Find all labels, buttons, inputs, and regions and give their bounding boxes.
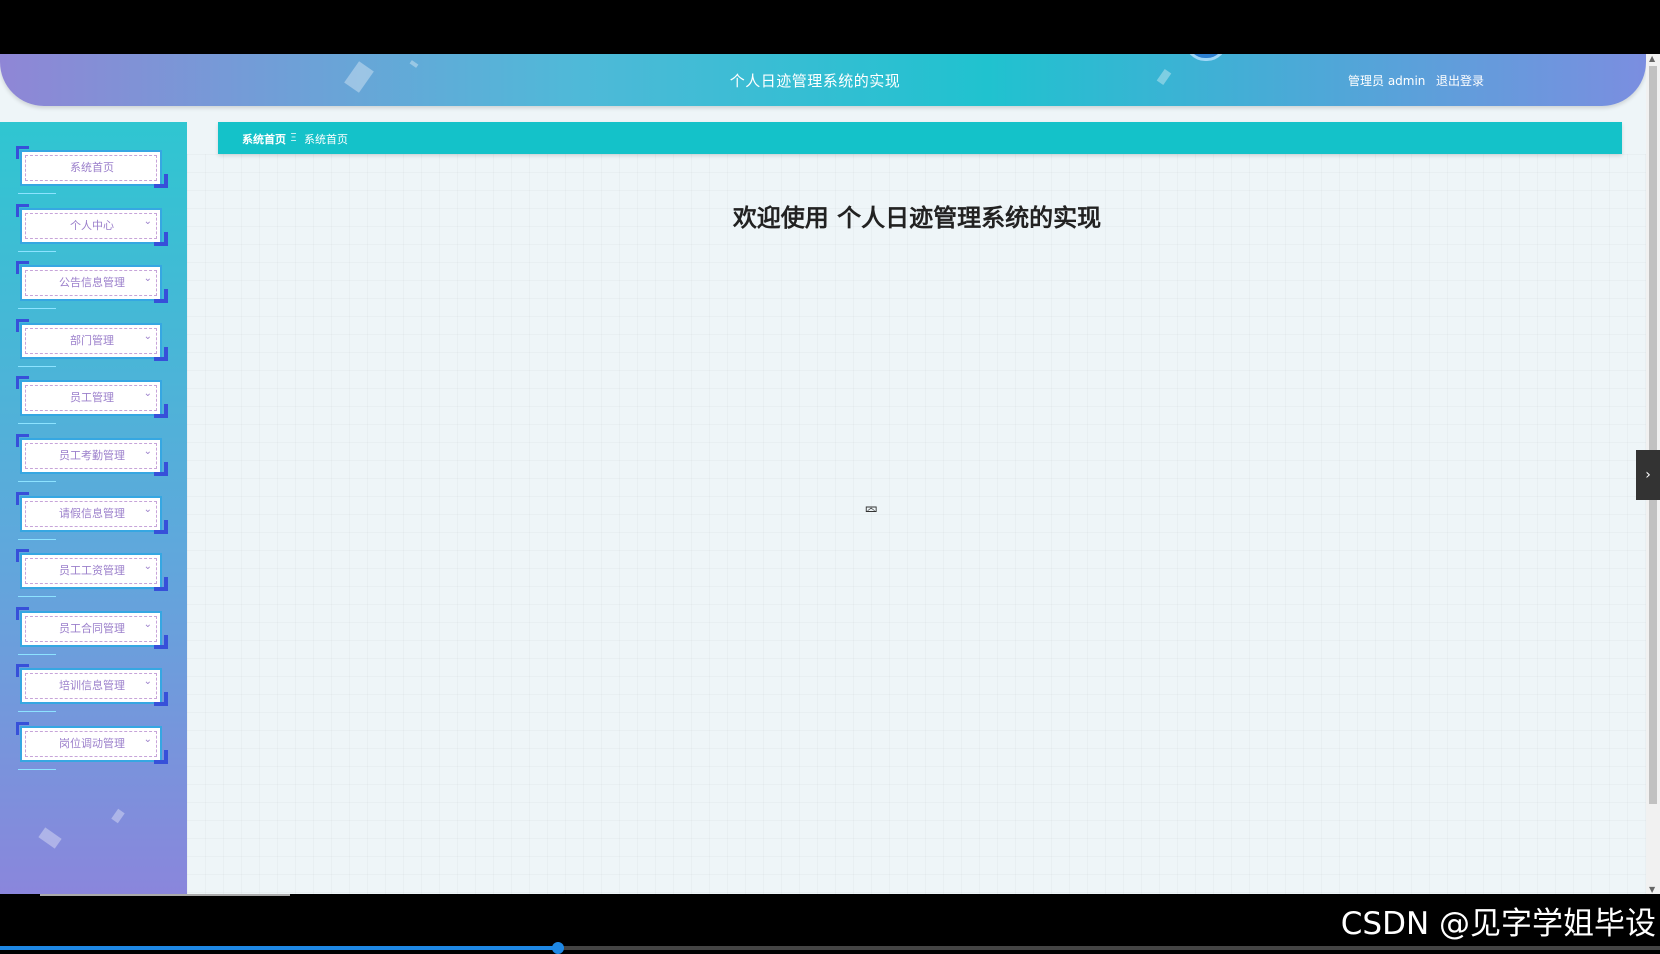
menu-item-underline [18, 711, 56, 713]
sidebar-item[interactable]: 培训信息管理 ⌄ [16, 664, 168, 713]
sidebar-item[interactable]: 员工管理 ⌄ [16, 376, 168, 425]
chevron-down-icon: ⌄ [143, 388, 152, 400]
chevron-down-icon: ⌄ [143, 215, 152, 227]
menu-item-underline [18, 596, 56, 598]
welcome-heading: 欢迎使用 个人日迹管理系统的实现 [732, 204, 1102, 232]
chevron-down-icon: ⌄ [143, 273, 152, 285]
sidebar-item[interactable]: 系统首页 [16, 146, 168, 194]
chevron-down-icon: ⌄ [143, 330, 152, 342]
logout-link[interactable]: 退出登录 [1436, 72, 1484, 89]
chevron-down-icon: ⌄ [143, 734, 152, 745]
frame-corner-decoration [154, 692, 168, 707]
video-bottom-strip [40, 894, 290, 896]
mouse-cursor-icon: ⮹ [864, 500, 879, 521]
sidebar-decoration [38, 827, 62, 849]
menu-item-underline [18, 193, 56, 194]
breadcrumb: 系统首页 Ξ 系统首页 [218, 122, 1622, 154]
menu-item-underline [18, 769, 56, 770]
chevron-down-icon: ⌄ [143, 676, 152, 688]
breadcrumb-separator-icon: Ξ [290, 131, 297, 144]
frame-corner-decoration [154, 634, 168, 649]
breadcrumb-home[interactable]: 系统首页 [242, 131, 286, 147]
frame-corner-decoration [154, 462, 168, 476]
menu-item-underline [18, 423, 56, 425]
sidebar-item[interactable]: 岗位调动管理 ⌄ [16, 722, 168, 770]
app-screen: 个人日迹管理系统的实现 管理员 admin 退出登录 系统首页个人中心 ⌄ 公告信息… [0, 54, 1660, 894]
scroll-down-icon[interactable]: ▼ [1649, 885, 1655, 894]
menu-item-underline [18, 365, 56, 367]
top-header: 个人日迹管理系统的实现 管理员 admin 退出登录 [0, 54, 1646, 106]
chevron-down-icon: ⌄ [143, 618, 152, 630]
sidebar-item[interactable]: 员工考勤管理 ⌄ [16, 434, 168, 482]
current-user: 管理员 admin [1348, 74, 1426, 88]
sidebar-decoration [111, 808, 125, 824]
frame-corner-decoration [154, 174, 168, 188]
sidebar-item[interactable]: 请假信息管理 ⌄ [16, 491, 168, 540]
side-panel-toggle-button[interactable]: › [1636, 450, 1660, 500]
sidebar-item[interactable]: 公告信息管理 ⌄ [16, 261, 168, 310]
menu-item-underline [18, 538, 56, 540]
sidebar-item-label: 系统首页 [70, 161, 114, 174]
sidebar-item[interactable]: 个人中心 ⌄ [16, 203, 168, 252]
video-progress-knob[interactable] [551, 942, 564, 954]
frame-corner-decoration [154, 289, 168, 304]
sidebar-item[interactable]: 员工工资管理 ⌄ [16, 549, 168, 598]
menu-item-underline [18, 250, 56, 252]
chevron-down-icon: ⌄ [143, 446, 152, 457]
chevron-down-icon: ⌄ [143, 561, 152, 573]
menu-item-underline [18, 308, 56, 310]
frame-corner-decoration [154, 750, 168, 764]
header-ornament [1185, 54, 1227, 61]
breadcrumb-current: 系统首页 [304, 133, 348, 146]
frame-corner-decoration [154, 404, 168, 419]
content-background [187, 154, 1647, 894]
menu-item-underline [18, 653, 56, 655]
scroll-up-icon[interactable]: ▲ [1649, 54, 1655, 63]
video-progress-bar[interactable] [0, 942, 1660, 954]
frame-corner-decoration [154, 577, 168, 592]
header-decoration [409, 60, 419, 68]
frame-corner-decoration [154, 519, 168, 534]
sidebar-item[interactable]: 部门管理 ⌄ [16, 318, 168, 367]
video-progress-fill [0, 946, 558, 950]
watermark-text: CSDN @见字学姐毕设 [1340, 906, 1656, 942]
frame-corner-decoration [154, 346, 168, 361]
frame-corner-decoration [154, 231, 168, 246]
sidebar-menu: 系统首页个人中心 ⌄ 公告信息管理 ⌄ 部门管理 ⌄ 员工管理 ⌄ 员工考勤管理 ⌄ 请假信息管理 ⌄… [0, 122, 187, 894]
scrollbar-thumb[interactable] [1649, 66, 1657, 804]
menu-item-underline [18, 481, 56, 482]
sidebar-item[interactable]: 员工合同管理 ⌄ [16, 606, 168, 655]
chevron-down-icon: ⌄ [143, 503, 152, 515]
